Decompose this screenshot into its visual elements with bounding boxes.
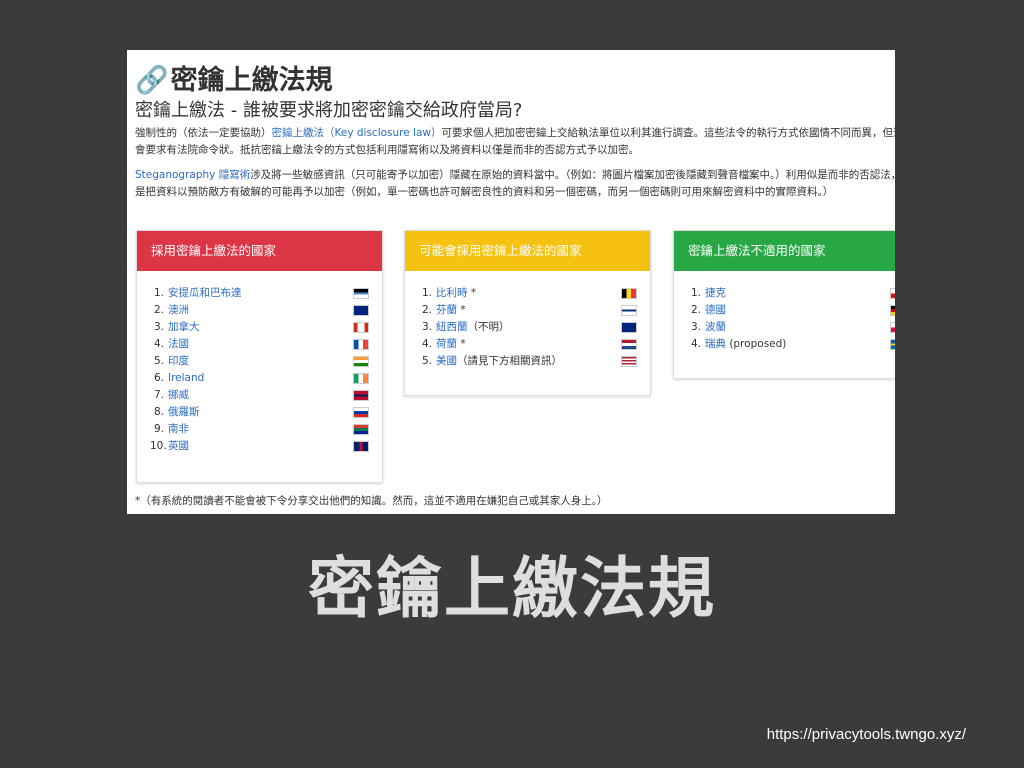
list-item: 6. Ireland (137, 370, 382, 387)
card-not-applicable: 密鑰上繳法不適用的國家 1. 捷克 2. 德國 3. 波蘭 4. 瑞典 (propose… (673, 230, 895, 379)
list-item: 4. 荷蘭 * (405, 336, 650, 353)
poland-flag-icon (890, 322, 895, 333)
belgium-flag-icon (621, 288, 637, 299)
country-link[interactable]: 波蘭 (705, 321, 726, 333)
country-link[interactable]: 瑞典 (705, 338, 726, 350)
list-item: 8. 俄羅斯 (137, 404, 382, 421)
russia-flag-icon (353, 407, 369, 418)
page-subtitle: 密鑰上繳法 - 誰被要求將加密密鑰交給政府當局? (135, 100, 523, 121)
list-item: 2. 德國 (674, 302, 895, 319)
list-item: 2. 澳洲 (137, 302, 382, 319)
country-link[interactable]: 俄羅斯 (168, 406, 200, 418)
south-africa-flag-icon (353, 424, 369, 435)
card-adopted: 採用密鑰上繳法的國家 1. 安提瓜和巴布達 2. 澳洲 3. 加拿大 4. 法國 5. 印… (136, 230, 383, 483)
country-link[interactable]: 比利時 (436, 287, 468, 299)
country-link[interactable]: 安提瓜和巴布達 (168, 287, 242, 299)
australia-flag-icon (353, 305, 369, 316)
country-link[interactable]: 法國 (168, 338, 189, 350)
list-item: 10.英國 (137, 438, 382, 455)
list-item: 4. 瑞典 (proposed) (674, 336, 895, 353)
key-disclosure-link[interactable]: 密鑰上繳法（Key disclosure law） (272, 127, 442, 139)
website-screenshot: 🔗密鑰上繳法規 密鑰上繳法 - 誰被要求將加密密鑰交給政府當局? 強制性的（依法… (127, 50, 895, 514)
list-item: 1. 比利時 * (405, 285, 650, 302)
list-item: 9. 南非 (137, 421, 382, 438)
list-item: 3. 波蘭 (674, 319, 895, 336)
list-item: 2. 芬蘭 * (405, 302, 650, 319)
country-link[interactable]: 加拿大 (168, 321, 200, 333)
intro-paragraph: 強制性的（依法一定要協助）密鑰上繳法（Key disclosure law）可要… (135, 127, 895, 156)
new-zealand-flag-icon (621, 322, 637, 333)
steganography-paragraph: Steganography 隱寫術涉及將一些敏感資訊（只可能寄予以加密）隱藏在原… (135, 169, 895, 198)
steganography-link[interactable]: Steganography 隱寫術 (135, 169, 250, 181)
india-flag-icon (353, 356, 369, 367)
list-item: 7. 挪威 (137, 387, 382, 404)
list-item: 1. 捷克 (674, 285, 895, 302)
list-item: 4. 法國 (137, 336, 382, 353)
uk-flag-icon (353, 441, 369, 452)
ireland-flag-icon (353, 373, 369, 384)
link-icon: 🔗 (135, 65, 169, 96)
country-link[interactable]: 紐西蘭 (436, 321, 468, 333)
country-link[interactable]: 荷蘭 (436, 338, 457, 350)
country-link[interactable]: 捷克 (705, 287, 726, 299)
finland-flag-icon (621, 305, 637, 316)
list-item: 3. 加拿大 (137, 319, 382, 336)
page-title: 🔗密鑰上繳法規 (135, 65, 333, 96)
germany-flag-icon (890, 305, 895, 316)
canada-flag-icon (353, 322, 369, 333)
card-not-applicable-title: 密鑰上繳法不適用的國家 (674, 231, 895, 271)
country-link[interactable]: 挪威 (168, 389, 189, 401)
antigua-flag-icon (353, 288, 369, 299)
usa-flag-icon (621, 356, 637, 367)
country-link[interactable]: Ireland (168, 372, 204, 384)
list-item: 1. 安提瓜和巴布達 (137, 285, 382, 302)
country-link[interactable]: 南非 (168, 423, 189, 435)
czech-flag-icon (890, 288, 895, 299)
country-link[interactable]: 英國 (168, 440, 189, 452)
country-link[interactable]: 美國 (436, 355, 457, 367)
card-possible-title: 可能會採用密鑰上繳法的國家 (405, 231, 650, 271)
source-url[interactable]: https://privacytools.twngo.xyz/ (767, 726, 966, 743)
country-link[interactable]: 德國 (705, 304, 726, 316)
country-link[interactable]: 澳洲 (168, 304, 189, 316)
list-item: 5. 美國（請見下方相關資訊） (405, 353, 650, 370)
footnote: *（有系統的閱讀者不能會被下令分享交出他們的知識。然而，這並不適用在嫌犯自己或其… (135, 495, 608, 507)
slide-title: 密鑰上繳法規 (308, 550, 716, 627)
norway-flag-icon (353, 390, 369, 401)
card-possible: 可能會採用密鑰上繳法的國家 1. 比利時 * 2. 芬蘭 * 3. 紐西蘭（不明） 4… (404, 230, 651, 396)
country-link[interactable]: 芬蘭 (436, 304, 457, 316)
list-item: 3. 紐西蘭（不明） (405, 319, 650, 336)
sweden-flag-icon (890, 339, 895, 350)
list-item: 5. 印度 (137, 353, 382, 370)
card-adopted-title: 採用密鑰上繳法的國家 (137, 231, 382, 271)
france-flag-icon (353, 339, 369, 350)
country-link[interactable]: 印度 (168, 355, 189, 367)
netherlands-flag-icon (621, 339, 637, 350)
